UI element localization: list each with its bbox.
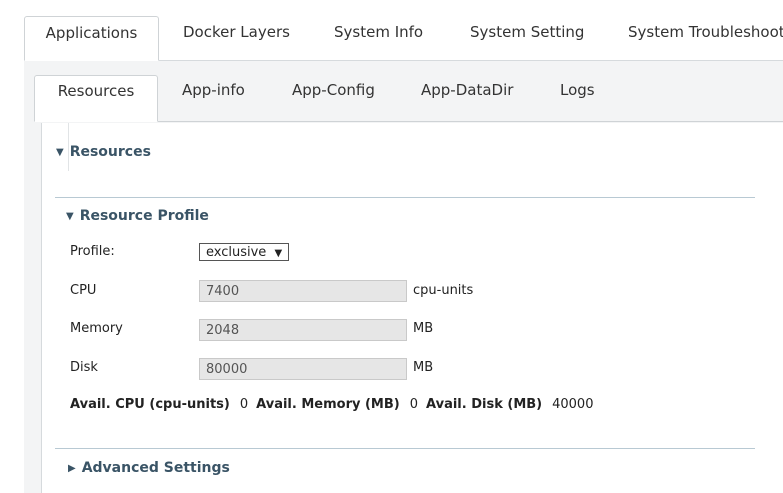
tab-resources[interactable]: Resources [34, 75, 158, 122]
tab-docker-layers[interactable]: Docker Layers [183, 16, 290, 60]
cpu-label: CPU [70, 283, 97, 298]
profile-select[interactable]: exclusive ▼ [199, 243, 290, 261]
profile-select-value: exclusive [206, 245, 267, 260]
disk-unit: MB [413, 360, 434, 375]
resources-content: ▼ Resources ▼ Resource Profile Profile: ex… [41, 123, 783, 493]
tab-app-info[interactable]: App-info [182, 75, 245, 121]
advanced-settings-toggle[interactable]: ▶ Advanced Settings [68, 460, 230, 476]
cpu-field[interactable]: 7400 [199, 280, 407, 302]
resource-profile-title: Resource Profile [79, 208, 209, 224]
page: Applications Docker Layers System Info S… [0, 0, 783, 493]
tab-system-setting[interactable]: System Setting [470, 16, 584, 60]
triangle-down-icon: ▼ [56, 147, 64, 158]
memory-label: Memory [70, 321, 123, 336]
memory-unit: MB [413, 321, 434, 336]
availability-summary: Avail. CPU (cpu-units) 0 Avail. Memory (MB… [70, 397, 601, 412]
disk-field[interactable]: 80000 [199, 358, 407, 380]
triangle-right-icon: ▶ [68, 463, 76, 474]
top-tab-bar: Applications Docker Layers System Info S… [24, 6, 783, 61]
memory-field[interactable]: 2048 [199, 319, 407, 341]
section-divider [55, 448, 755, 449]
sub-tab-bar: Resources App-info App-Config App-DataDi… [34, 61, 783, 122]
advanced-settings-title: Advanced Settings [81, 460, 230, 476]
avail-disk-label: Avail. Disk (MB) [426, 397, 543, 412]
avail-cpu-value: 0 [239, 397, 249, 412]
avail-disk-value: 40000 [552, 397, 594, 412]
resources-section-toggle[interactable]: ▼ Resources [56, 144, 151, 160]
cpu-unit: cpu-units [413, 283, 474, 298]
section-divider [55, 197, 755, 198]
tab-applications[interactable]: Applications [24, 16, 159, 61]
profile-label: Profile: [70, 244, 115, 259]
tab-system-info[interactable]: System Info [334, 16, 423, 60]
resource-profile-toggle[interactable]: ▼ Resource Profile [66, 208, 209, 224]
avail-memory-value: 0 [409, 397, 418, 412]
disk-label: Disk [70, 360, 98, 375]
tab-app-config[interactable]: App-Config [292, 75, 375, 121]
app-panel: Resources App-info App-Config App-DataDi… [24, 61, 783, 493]
chevron-down-icon: ▼ [274, 248, 283, 259]
tab-app-datadir[interactable]: App-DataDir [421, 75, 513, 121]
tab-logs[interactable]: Logs [560, 75, 595, 121]
avail-memory-label: Avail. Memory (MB) [256, 397, 400, 412]
tab-system-troubleshoot[interactable]: System Troubleshoot [628, 16, 783, 60]
resources-section-title: Resources [69, 144, 151, 160]
avail-cpu-label: Avail. CPU (cpu-units) [70, 397, 230, 412]
triangle-down-icon: ▼ [66, 211, 74, 222]
